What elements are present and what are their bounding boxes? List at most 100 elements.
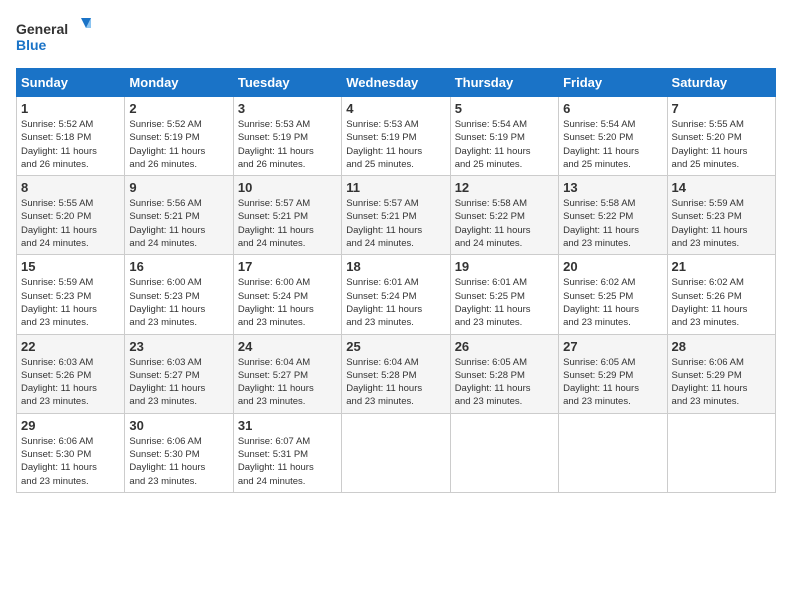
- calendar-week-row: 1 Sunrise: 5:52 AMSunset: 5:18 PMDaylight…: [17, 97, 776, 176]
- day-info: Sunrise: 6:05 AMSunset: 5:29 PMDaylight:…: [563, 356, 662, 409]
- day-info: Sunrise: 5:54 AMSunset: 5:19 PMDaylight:…: [455, 118, 554, 171]
- calendar-week-row: 8Sunrise: 5:55 AMSunset: 5:20 PMDaylight…: [17, 176, 776, 255]
- day-info: Sunrise: 5:55 AMSunset: 5:20 PMDaylight:…: [672, 118, 771, 171]
- day-number: 16: [129, 259, 228, 274]
- day-info: Sunrise: 5:59 AMSunset: 5:23 PMDaylight:…: [672, 197, 771, 250]
- day-number: 17: [238, 259, 337, 274]
- calendar-cell: 18Sunrise: 6:01 AMSunset: 5:24 PMDayligh…: [342, 255, 450, 334]
- day-info: Sunrise: 6:06 AMSunset: 5:30 PMDaylight:…: [129, 435, 228, 488]
- calendar-cell: [667, 413, 775, 492]
- day-number: 12: [455, 180, 554, 195]
- calendar-table: SundayMondayTuesdayWednesdayThursdayFrid…: [16, 68, 776, 493]
- calendar-cell: 12 Sunrise: 5:58 AMSunset: 5:22 PMDayligh…: [450, 176, 558, 255]
- calendar-cell: 16 Sunrise: 6:00 AMSunset: 5:23 PMDayligh…: [125, 255, 233, 334]
- day-info: Sunrise: 6:04 AMSunset: 5:27 PMDaylight:…: [238, 356, 337, 409]
- col-header-friday: Friday: [559, 69, 667, 97]
- calendar-cell: 31 Sunrise: 6:07 AMSunset: 5:31 PMDayligh…: [233, 413, 341, 492]
- day-number: 24: [238, 339, 337, 354]
- day-number: 30: [129, 418, 228, 433]
- day-info: Sunrise: 6:01 AMSunset: 5:25 PMDaylight:…: [455, 276, 554, 329]
- logo: General Blue: [16, 16, 96, 56]
- day-number: 10: [238, 180, 337, 195]
- calendar-cell: 3 Sunrise: 5:53 AMSunset: 5:19 PMDaylight…: [233, 97, 341, 176]
- day-number: 3: [238, 101, 337, 116]
- day-info: Sunrise: 5:52 AMSunset: 5:18 PMDaylight:…: [21, 118, 120, 171]
- day-number: 25: [346, 339, 445, 354]
- calendar-cell: 17Sunrise: 6:00 AMSunset: 5:24 PMDayligh…: [233, 255, 341, 334]
- calendar-cell: 19 Sunrise: 6:01 AMSunset: 5:25 PMDayligh…: [450, 255, 558, 334]
- day-number: 26: [455, 339, 554, 354]
- day-info: Sunrise: 6:03 AMSunset: 5:27 PMDaylight:…: [129, 356, 228, 409]
- calendar-cell: 28Sunrise: 6:06 AMSunset: 5:29 PMDayligh…: [667, 334, 775, 413]
- day-info: Sunrise: 5:57 AMSunset: 5:21 PMDaylight:…: [346, 197, 445, 250]
- calendar-cell: 13 Sunrise: 5:58 AMSunset: 5:22 PMDayligh…: [559, 176, 667, 255]
- day-info: Sunrise: 6:06 AMSunset: 5:30 PMDaylight:…: [21, 435, 120, 488]
- calendar-week-row: 22 Sunrise: 6:03 AMSunset: 5:26 PMDayligh…: [17, 334, 776, 413]
- day-info: Sunrise: 6:04 AMSunset: 5:28 PMDaylight:…: [346, 356, 445, 409]
- calendar-week-row: 15 Sunrise: 5:59 AMSunset: 5:23 PMDayligh…: [17, 255, 776, 334]
- day-number: 13: [563, 180, 662, 195]
- day-number: 19: [455, 259, 554, 274]
- calendar-cell: 21Sunrise: 6:02 AMSunset: 5:26 PMDayligh…: [667, 255, 775, 334]
- day-number: 7: [672, 101, 771, 116]
- calendar-cell: 1 Sunrise: 5:52 AMSunset: 5:18 PMDaylight…: [17, 97, 125, 176]
- day-number: 6: [563, 101, 662, 116]
- calendar-cell: 29 Sunrise: 6:06 AMSunset: 5:30 PMDayligh…: [17, 413, 125, 492]
- day-number: 28: [672, 339, 771, 354]
- calendar-cell: [450, 413, 558, 492]
- col-header-sunday: Sunday: [17, 69, 125, 97]
- calendar-cell: 9Sunrise: 5:56 AMSunset: 5:21 PMDaylight…: [125, 176, 233, 255]
- day-info: Sunrise: 5:59 AMSunset: 5:23 PMDaylight:…: [21, 276, 120, 329]
- day-number: 20: [563, 259, 662, 274]
- calendar-cell: 14 Sunrise: 5:59 AMSunset: 5:23 PMDayligh…: [667, 176, 775, 255]
- calendar-cell: 8Sunrise: 5:55 AMSunset: 5:20 PMDaylight…: [17, 176, 125, 255]
- day-info: Sunrise: 6:00 AMSunset: 5:23 PMDaylight:…: [129, 276, 228, 329]
- day-info: Sunrise: 6:07 AMSunset: 5:31 PMDaylight:…: [238, 435, 337, 488]
- day-info: Sunrise: 5:54 AMSunset: 5:20 PMDaylight:…: [563, 118, 662, 171]
- day-number: 8: [21, 180, 120, 195]
- day-info: Sunrise: 5:52 AMSunset: 5:19 PMDaylight:…: [129, 118, 228, 171]
- day-info: Sunrise: 6:02 AMSunset: 5:25 PMDaylight:…: [563, 276, 662, 329]
- calendar-cell: 10 Sunrise: 5:57 AMSunset: 5:21 PMDayligh…: [233, 176, 341, 255]
- day-info: Sunrise: 5:58 AMSunset: 5:22 PMDaylight:…: [455, 197, 554, 250]
- calendar-cell: 4Sunrise: 5:53 AMSunset: 5:19 PMDaylight…: [342, 97, 450, 176]
- day-number: 29: [21, 418, 120, 433]
- calendar-cell: 22 Sunrise: 6:03 AMSunset: 5:26 PMDayligh…: [17, 334, 125, 413]
- calendar-cell: 27 Sunrise: 6:05 AMSunset: 5:29 PMDayligh…: [559, 334, 667, 413]
- svg-text:General: General: [16, 21, 68, 37]
- calendar-cell: 26 Sunrise: 6:05 AMSunset: 5:28 PMDayligh…: [450, 334, 558, 413]
- day-number: 1: [21, 101, 120, 116]
- day-number: 27: [563, 339, 662, 354]
- day-number: 2: [129, 101, 228, 116]
- col-header-monday: Monday: [125, 69, 233, 97]
- calendar-cell: 15 Sunrise: 5:59 AMSunset: 5:23 PMDayligh…: [17, 255, 125, 334]
- day-info: Sunrise: 5:58 AMSunset: 5:22 PMDaylight:…: [563, 197, 662, 250]
- col-header-tuesday: Tuesday: [233, 69, 341, 97]
- day-number: 15: [21, 259, 120, 274]
- calendar-cell: 20 Sunrise: 6:02 AMSunset: 5:25 PMDayligh…: [559, 255, 667, 334]
- day-number: 21: [672, 259, 771, 274]
- day-info: Sunrise: 5:57 AMSunset: 5:21 PMDaylight:…: [238, 197, 337, 250]
- calendar-cell: 30 Sunrise: 6:06 AMSunset: 5:30 PMDayligh…: [125, 413, 233, 492]
- calendar-cell: 23 Sunrise: 6:03 AMSunset: 5:27 PMDayligh…: [125, 334, 233, 413]
- day-info: Sunrise: 5:53 AMSunset: 5:19 PMDaylight:…: [238, 118, 337, 171]
- day-number: 9: [129, 180, 228, 195]
- col-header-saturday: Saturday: [667, 69, 775, 97]
- day-info: Sunrise: 6:03 AMSunset: 5:26 PMDaylight:…: [21, 356, 120, 409]
- day-number: 11: [346, 180, 445, 195]
- day-number: 23: [129, 339, 228, 354]
- calendar-cell: 6 Sunrise: 5:54 AMSunset: 5:20 PMDaylight…: [559, 97, 667, 176]
- calendar-cell: 7 Sunrise: 5:55 AMSunset: 5:20 PMDaylight…: [667, 97, 775, 176]
- calendar-cell: 24 Sunrise: 6:04 AMSunset: 5:27 PMDayligh…: [233, 334, 341, 413]
- calendar-cell: 5Sunrise: 5:54 AMSunset: 5:19 PMDaylight…: [450, 97, 558, 176]
- day-info: Sunrise: 6:01 AMSunset: 5:24 PMDaylight:…: [346, 276, 445, 329]
- day-info: Sunrise: 6:05 AMSunset: 5:28 PMDaylight:…: [455, 356, 554, 409]
- day-number: 14: [672, 180, 771, 195]
- day-number: 31: [238, 418, 337, 433]
- calendar-cell: 2 Sunrise: 5:52 AMSunset: 5:19 PMDaylight…: [125, 97, 233, 176]
- calendar-cell: 11 Sunrise: 5:57 AMSunset: 5:21 PMDayligh…: [342, 176, 450, 255]
- logo-svg: General Blue: [16, 16, 96, 56]
- day-number: 4: [346, 101, 445, 116]
- day-number: 22: [21, 339, 120, 354]
- calendar-cell: [342, 413, 450, 492]
